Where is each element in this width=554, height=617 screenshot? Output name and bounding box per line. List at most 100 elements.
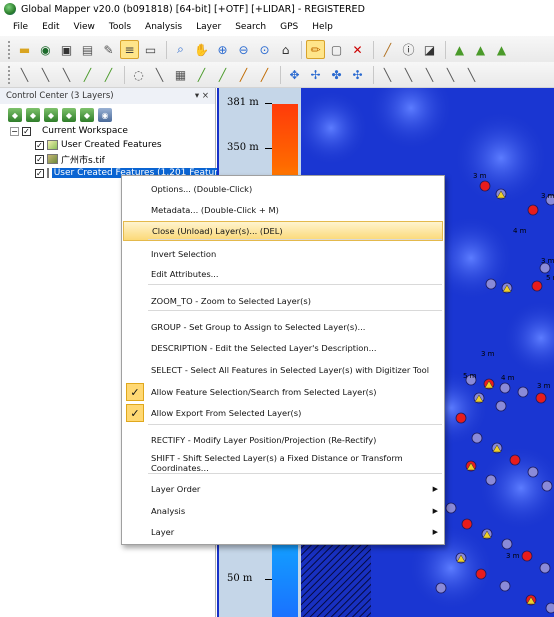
zoom-extent-icon[interactable]: ⊙: [255, 40, 274, 59]
layers-icon[interactable]: ≡: [120, 40, 139, 59]
point-feature-marker: [535, 392, 547, 404]
delete-x-icon[interactable]: ✕: [348, 40, 367, 59]
menu-item-label: ZOOM_TO - Zoom to Selected Layer(s): [151, 296, 311, 306]
toolbar-grip[interactable]: [8, 65, 11, 84]
point-label: 4 m: [513, 227, 527, 235]
menu-help[interactable]: Help: [305, 22, 340, 32]
layer-checkbox[interactable]: ✓: [22, 126, 31, 136]
move-icon[interactable]: ✥: [285, 65, 304, 84]
pencil-2-icon[interactable]: ╱: [255, 65, 274, 84]
vertex-tool-icon[interactable]: ◌: [129, 65, 148, 84]
wrench-icon[interactable]: ✎: [99, 40, 118, 59]
monitor-icon[interactable]: ▭: [141, 40, 160, 59]
toolbar-grip[interactable]: [8, 40, 11, 59]
save-icon[interactable]: ▣: [57, 40, 76, 59]
menu-item-metadata[interactable]: Metadata... (Double-Click + M): [123, 200, 443, 220]
panel-pin-close-icon[interactable]: ▾ ×: [195, 91, 209, 101]
toolbar-separator: [280, 65, 281, 84]
node-icon[interactable]: ✣: [348, 65, 367, 84]
hand-pan-icon[interactable]: ✋: [192, 40, 211, 59]
checkmark-icon: ✓: [126, 404, 144, 422]
layer-down-icon[interactable]: ◆: [80, 108, 94, 122]
snap-4-icon[interactable]: ╲: [441, 65, 460, 84]
grid-tool-icon[interactable]: ▦: [171, 65, 190, 84]
menu-tools[interactable]: Tools: [102, 22, 138, 32]
menu-item-analysis[interactable]: Analysis ▶: [123, 501, 443, 521]
point-feature-marker: [499, 580, 511, 592]
home-icon[interactable]: ⌂: [276, 40, 295, 59]
menu-item-description[interactable]: DESCRIPTION - Edit the Selected Layer's …: [123, 338, 443, 358]
menu-edit[interactable]: Edit: [35, 22, 66, 32]
snap-5-icon[interactable]: ╲: [462, 65, 481, 84]
rotate-icon[interactable]: ✢: [306, 65, 325, 84]
menu-file[interactable]: File: [6, 22, 35, 32]
menu-item-shift[interactable]: SHIFT - Shift Selected Layer(s) a Fixed …: [123, 453, 443, 473]
draw-line-3-icon[interactable]: ╲: [57, 65, 76, 84]
draw-line-2-icon[interactable]: ╲: [36, 65, 55, 84]
measure-icon[interactable]: ╱: [378, 40, 397, 59]
snap-icon[interactable]: ╲: [378, 65, 397, 84]
menu-item-close-layer[interactable]: Close (Unload) Layer(s)... (DEL): [123, 221, 443, 241]
layer-options-icon[interactable]: ◆: [8, 108, 22, 122]
layer-checkbox[interactable]: ✓: [35, 154, 44, 164]
menu-item-layer[interactable]: Layer ▶: [123, 522, 443, 542]
menu-view[interactable]: View: [67, 22, 102, 32]
layer-close-icon[interactable]: ◆: [44, 108, 58, 122]
info-icon[interactable]: ⓘ: [399, 40, 418, 59]
terrain-3-icon[interactable]: ▲: [492, 40, 511, 59]
snap-2-icon[interactable]: ╲: [399, 65, 418, 84]
menu-layer[interactable]: Layer: [189, 22, 228, 32]
edit-line-icon[interactable]: ╲: [150, 65, 169, 84]
digitizer-pencil-icon[interactable]: ✏: [306, 40, 325, 59]
menu-item-edit-attributes[interactable]: Edit Attributes...: [123, 264, 443, 284]
menu-separator: [148, 310, 442, 311]
globe-icon[interactable]: ◉: [36, 40, 55, 59]
zoom-out-icon[interactable]: ⊖: [234, 40, 253, 59]
edit-area-2-icon[interactable]: ╱: [213, 65, 232, 84]
snap-3-icon[interactable]: ╲: [420, 65, 439, 84]
menu-item-label: Metadata... (Double-Click + M): [151, 205, 279, 215]
open-folder-icon[interactable]: ▬: [15, 40, 34, 59]
layer-checkbox[interactable]: ✓: [35, 140, 44, 150]
menu-item-select-all[interactable]: SELECT - Select All Features in Selected…: [123, 360, 443, 380]
menu-item-group[interactable]: GROUP - Set Group to Assign to Selected …: [123, 317, 443, 337]
pencil-icon[interactable]: ╱: [234, 65, 253, 84]
menu-item-options[interactable]: Options... (Double-Click): [123, 179, 443, 199]
layer-metadata-icon[interactable]: ◆: [26, 108, 40, 122]
edit-area-icon[interactable]: ╱: [192, 65, 211, 84]
scale-icon[interactable]: ✤: [327, 65, 346, 84]
point-feature-marker: [445, 502, 457, 514]
menu-item-zoom-to[interactable]: ZOOM_TO - Zoom to Selected Layer(s): [123, 291, 443, 311]
menu-item-allow-feature-selection[interactable]: ✓ Allow Feature Selection/Search from Sel…: [123, 382, 443, 402]
tree-row-workspace[interactable]: − ✓ Current Workspace: [0, 124, 216, 138]
layer-checkbox[interactable]: ✓: [35, 168, 44, 178]
tree-row-layer[interactable]: ✓ User Created Features: [0, 138, 216, 152]
menu-item-allow-export[interactable]: ✓ Allow Export From Selected Layer(s): [123, 403, 443, 423]
main-toolbar: ▬ ◉ ▣ ▤ ✎ ≡ ▭ ⌕ ✋ ⊕ ⊖ ⊙ ⌂ ✏ ▢ ✕ ╱ ⓘ ◪ ▲ …: [0, 36, 554, 64]
menu-gps[interactable]: GPS: [273, 22, 305, 32]
zoom-rect-icon[interactable]: ⌕: [171, 40, 190, 59]
tree-row-layer[interactable]: ✓ 广州市s.tif: [0, 152, 216, 166]
layer-up-icon[interactable]: ◆: [62, 108, 76, 122]
collapse-icon[interactable]: −: [10, 126, 19, 136]
point-feature-marker: [479, 180, 491, 192]
terrain-2-icon[interactable]: ▲: [471, 40, 490, 59]
menu-analysis[interactable]: Analysis: [138, 22, 189, 32]
draw-line-icon[interactable]: ╲: [15, 65, 34, 84]
layer-visibility-icon[interactable]: ◉: [98, 108, 112, 122]
print-icon[interactable]: ▤: [78, 40, 97, 59]
path-profile-icon[interactable]: ◪: [420, 40, 439, 59]
menu-item-invert-selection[interactable]: Invert Selection: [123, 244, 443, 264]
terrain-1-icon[interactable]: ▲: [450, 40, 469, 59]
point-feature-marker: [531, 280, 543, 292]
menu-item-label: GROUP - Set Group to Assign to Selected …: [151, 322, 366, 332]
select-box-icon[interactable]: ▢: [327, 40, 346, 59]
draw-line-5-icon[interactable]: ╱: [99, 65, 118, 84]
menu-item-rectify[interactable]: RECTIFY - Modify Layer Position/Projecti…: [123, 430, 443, 450]
draw-line-4-icon[interactable]: ╱: [78, 65, 97, 84]
menu-search[interactable]: Search: [228, 22, 273, 32]
zoom-in-icon[interactable]: ⊕: [213, 40, 232, 59]
menu-item-layer-order[interactable]: Layer Order ▶: [123, 479, 443, 499]
vector-layer-icon: [47, 140, 58, 150]
vector-layer-icon: [46, 168, 49, 178]
